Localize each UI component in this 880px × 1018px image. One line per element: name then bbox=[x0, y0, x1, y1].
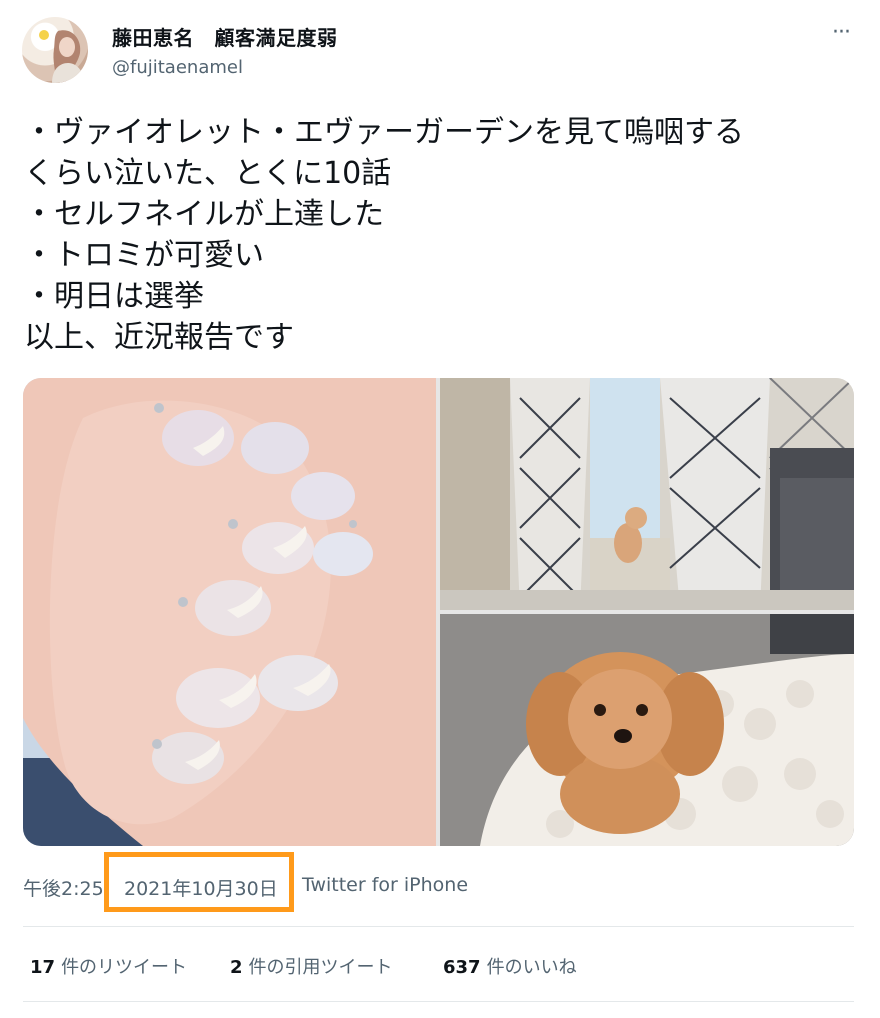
quotes-label: 件の引用ツイート bbox=[248, 957, 393, 978]
likes-label: 件のいいね bbox=[486, 957, 577, 978]
likes-stat[interactable]: 637 件のいいね bbox=[443, 953, 577, 979]
more-icon[interactable]: ··· bbox=[826, 18, 856, 48]
likes-count: 637 bbox=[443, 957, 481, 978]
date-highlight-box bbox=[104, 852, 294, 912]
divider bbox=[23, 926, 854, 927]
avatar[interactable] bbox=[22, 17, 88, 83]
retweets-label: 件のリツイート bbox=[61, 957, 188, 978]
author-name[interactable]: 藤田恵名 顧客満足度弱 bbox=[112, 22, 338, 51]
post-time[interactable]: 午後2:25 bbox=[23, 874, 104, 901]
retweets-count: 17 bbox=[30, 957, 56, 978]
dog-window-photo[interactable] bbox=[440, 378, 854, 610]
media-grid bbox=[23, 378, 854, 846]
post-source[interactable]: Twitter for iPhone bbox=[302, 874, 468, 896]
author-handle[interactable]: @fujitaenamel bbox=[112, 57, 243, 78]
tweet-text: ・ヴァイオレット・エヴァーガーデンを見て嗚咽する くらい泣いた、とくに10話 ・… bbox=[24, 115, 744, 355]
dog-closeup-photo[interactable] bbox=[440, 614, 854, 846]
quotes-stat[interactable]: 2 件の引用ツイート bbox=[230, 953, 393, 979]
quotes-count: 2 bbox=[230, 957, 243, 978]
divider bbox=[23, 1001, 854, 1002]
tweet: 藤田恵名 顧客満足度弱 @fujitaenamel ··· ・ヴァイオレット・エ… bbox=[0, 0, 880, 1018]
retweets-stat[interactable]: 17 件のリツイート bbox=[30, 953, 187, 979]
nail-photo[interactable] bbox=[23, 378, 436, 846]
